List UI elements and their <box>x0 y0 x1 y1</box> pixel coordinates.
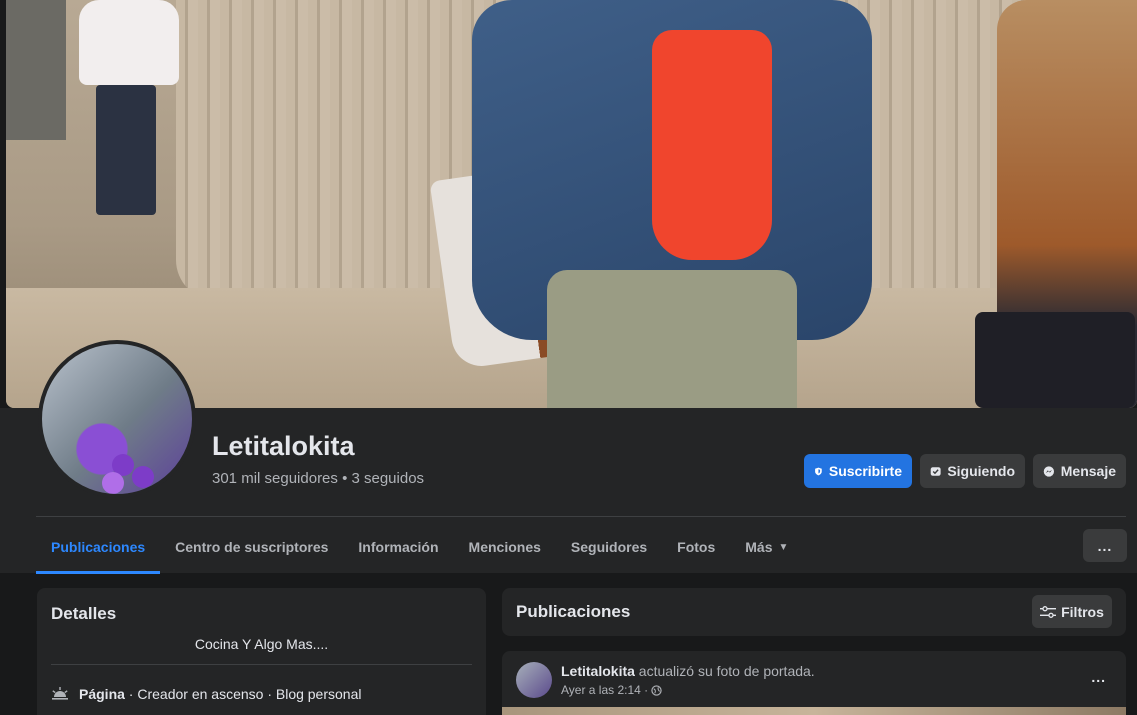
cover-walker-shirt <box>79 0 179 85</box>
posts-header-card: Publicaciones Filtros <box>502 588 1126 636</box>
details-page-info: Página · Creador en ascenso · Blog perso… <box>51 686 361 702</box>
caret-down-icon: ▼ <box>778 541 789 553</box>
messenger-icon <box>1043 465 1055 477</box>
checkmark-box-icon <box>930 466 941 476</box>
post-card: Letitalokita actualizó su foto de portad… <box>502 651 1126 715</box>
details-divider <box>51 664 472 665</box>
page-categories: · Creador en ascenso · Blog personal <box>124 686 362 702</box>
cover-main-person <box>472 0 872 408</box>
subscribe-button[interactable]: Suscribirte <box>804 454 912 488</box>
message-label: Mensaje <box>1060 463 1116 479</box>
post-header-text: Letitalokita actualizó su foto de portad… <box>561 663 815 679</box>
profile-stats[interactable]: 301 mil seguidores • 3 seguidos <box>212 470 424 487</box>
tab-label: Centro de suscriptores <box>175 539 329 555</box>
details-bio: Cocina Y Algo Mas.... <box>194 636 329 652</box>
avatar-balloon <box>132 466 154 488</box>
cover-black-bag <box>975 312 1135 408</box>
tab-label: Más <box>745 539 773 555</box>
post-author-avatar[interactable] <box>516 662 552 698</box>
tab-mas[interactable]: Más ▼ <box>730 522 803 572</box>
tab-centro-suscriptores[interactable]: Centro de suscriptores <box>160 522 343 572</box>
tab-seguidores[interactable]: Seguidores <box>556 522 662 572</box>
header-divider <box>36 516 1126 517</box>
tab-label: Menciones <box>468 539 541 555</box>
tab-informacion[interactable]: Información <box>343 522 453 572</box>
more-options-button[interactable]: ... <box>1083 529 1127 562</box>
posts-title: Publicaciones <box>516 602 631 621</box>
message-button[interactable]: Mensaje <box>1033 454 1126 488</box>
details-card: Detalles Cocina Y Algo Mas.... Página · … <box>37 588 486 715</box>
profile-tabs: Publicaciones Centro de suscriptores Inf… <box>36 522 803 574</box>
avatar-balloon <box>102 472 124 494</box>
tab-menciones[interactable]: Menciones <box>454 522 556 572</box>
subscribe-label: Suscribirte <box>828 463 902 479</box>
post-author-name[interactable]: Letitalokita <box>561 663 635 679</box>
post-image-preview[interactable] <box>502 707 1126 715</box>
shield-icon <box>815 467 822 475</box>
details-title: Detalles <box>51 604 117 623</box>
tab-label: Publicaciones <box>51 538 146 555</box>
filters-label: Filtros <box>1061 603 1104 620</box>
profile-name: Letitalokita <box>212 431 355 461</box>
following-label: Siguiendo <box>947 463 1015 479</box>
sliders-icon <box>1040 605 1057 618</box>
cover-walker-pants <box>96 85 156 215</box>
cover-red-top <box>652 30 772 260</box>
sunrise-icon <box>52 687 68 700</box>
post-more-button[interactable]: ... <box>1091 669 1106 685</box>
tab-label: Fotos <box>677 539 716 555</box>
more-dots: ... <box>1097 537 1113 554</box>
page-label: Página <box>79 686 125 702</box>
globe-icon <box>651 684 662 696</box>
tab-label: Información <box>358 539 439 555</box>
post-time-text: Ayer a las 2:14 · <box>561 683 649 697</box>
cover-pants <box>547 270 797 408</box>
tab-publicaciones[interactable]: Publicaciones <box>36 522 161 574</box>
tab-fotos[interactable]: Fotos <box>662 522 730 572</box>
filters-button[interactable]: Filtros <box>1032 595 1112 628</box>
post-action-text: actualizó su foto de portada. <box>634 663 815 679</box>
following-button[interactable]: Siguiendo <box>920 454 1025 488</box>
cover-photo[interactable] <box>6 0 1137 408</box>
post-timestamp[interactable]: Ayer a las 2:14 · <box>561 683 662 697</box>
cover-walking-person <box>74 0 184 230</box>
tab-label: Seguidores <box>570 539 648 555</box>
profile-avatar[interactable] <box>38 340 196 498</box>
cover-dark-pillar <box>6 0 66 140</box>
